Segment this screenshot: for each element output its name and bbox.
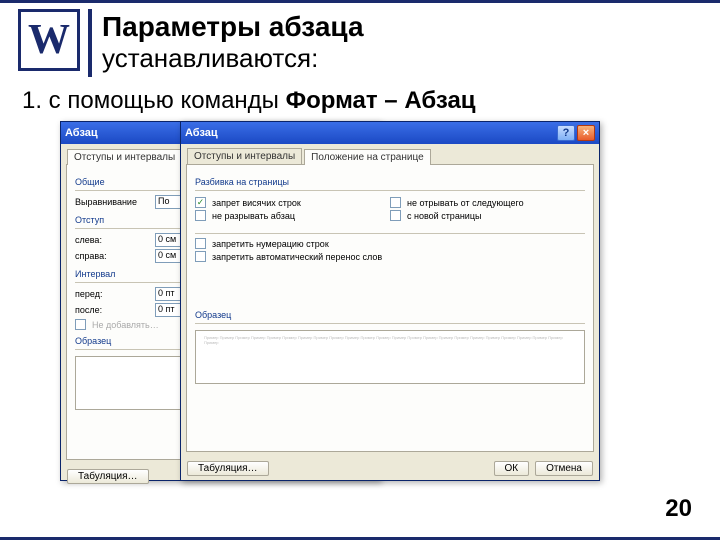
divider bbox=[88, 9, 92, 77]
word-logo: W bbox=[18, 9, 80, 71]
align-label: Выравнивание bbox=[75, 197, 149, 207]
close-icon[interactable]: × bbox=[577, 125, 595, 141]
logo-letter: W bbox=[28, 16, 70, 64]
tabs-button-back[interactable]: Табуляция… bbox=[67, 469, 149, 484]
widow-checkbox[interactable]: ✓ bbox=[195, 197, 206, 208]
page-number: 20 bbox=[665, 495, 692, 523]
keeplines-label: не разрывать абзац bbox=[212, 211, 295, 221]
preview-front: Пример Пример Пример Пример Пример Приме… bbox=[195, 330, 585, 384]
keeplines-checkbox[interactable] bbox=[195, 210, 206, 221]
newpage-checkbox[interactable] bbox=[390, 210, 401, 221]
tabs-button-front[interactable]: Табуляция… bbox=[187, 461, 269, 476]
nospace-label: Не добавлять… bbox=[92, 320, 159, 330]
ok-button[interactable]: ОК bbox=[494, 461, 530, 476]
tab-indents-front[interactable]: Отступы и интервалы bbox=[187, 148, 302, 164]
left-label: слева: bbox=[75, 235, 149, 245]
nospace-checkbox[interactable] bbox=[75, 319, 86, 330]
suphyp-label: запретить автоматический перенос слов bbox=[212, 252, 382, 262]
suphyp-checkbox[interactable] bbox=[195, 251, 206, 262]
keepnext-label: не отрывать от следующего bbox=[407, 198, 524, 208]
tab-indents[interactable]: Отступы и интервалы bbox=[67, 149, 182, 165]
supnum-label: запретить нумерацию строк bbox=[212, 239, 329, 249]
group-sample-front: Образец bbox=[195, 310, 585, 320]
before-label: перед: bbox=[75, 289, 149, 299]
cancel-button[interactable]: Отмена bbox=[535, 461, 593, 476]
slide-line-1: 1. с помощью команды Формат – Абзац bbox=[0, 77, 720, 121]
widow-label: запрет висячих строк bbox=[212, 198, 301, 208]
tab-page-position[interactable]: Положение на странице bbox=[304, 149, 430, 165]
dialog-title-back: Абзац bbox=[65, 127, 98, 139]
line1-prefix: 1. с помощью команды bbox=[22, 87, 286, 114]
line1-bold: Формат – Абзац bbox=[286, 87, 476, 114]
right-label: справа: bbox=[75, 251, 149, 261]
help-icon[interactable]: ? bbox=[557, 125, 575, 141]
newpage-label: с новой страницы bbox=[407, 211, 481, 221]
dialog-title-front: Абзац bbox=[185, 127, 218, 139]
titlebar-front[interactable]: Абзац ? × bbox=[181, 122, 599, 144]
after-label: после: bbox=[75, 305, 149, 315]
supnum-checkbox[interactable] bbox=[195, 238, 206, 249]
slide-subtitle: устанавливаются: bbox=[102, 43, 364, 74]
keepnext-checkbox[interactable] bbox=[390, 197, 401, 208]
slide-title: Параметры абзаца bbox=[102, 11, 364, 43]
group-pagination: Разбивка на страницы bbox=[195, 177, 585, 187]
paragraph-dialog-page: Абзац ? × Отступы и интервалы Положение … bbox=[180, 121, 600, 481]
